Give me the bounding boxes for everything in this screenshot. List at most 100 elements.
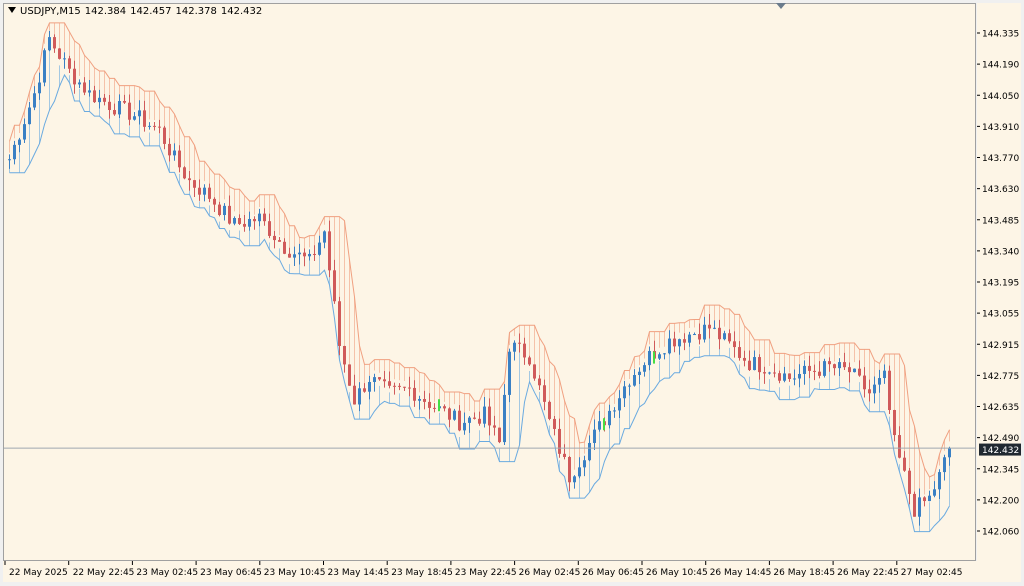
candle-body [673,338,676,347]
candle-body [288,253,291,258]
candle-body [513,342,516,352]
candle-body [803,365,806,374]
signal-mark [653,351,655,364]
candle-body [628,385,631,387]
chart-window: 144.335 144.190 144.050 143.910 143.770 143.6… [0,0,1024,584]
price-tick-label: 144.050 [982,92,1019,102]
candle-body [913,493,916,517]
candle-body [843,362,846,368]
candle-body [468,417,471,423]
time-tick-label: 26 May 02:45 [519,568,581,578]
candle-body [28,107,31,125]
candle-body [568,456,571,483]
candle-body [48,37,51,51]
candle-body [443,406,446,409]
price-tick-label: 143.055 [982,310,1019,320]
chart-plot-area[interactable] [3,3,976,561]
price-tick-label: 142.200 [982,496,1019,506]
price-tick-label: 142.775 [982,372,1019,382]
time-axis[interactable]: 22 May 2025 22 May 22:45 23 May 02:45 23 Ma… [3,561,1021,582]
candle-body [173,150,176,156]
candle-body [578,467,581,477]
chart-shift-marker-icon[interactable] [776,3,786,9]
candle-body [598,421,601,430]
candle-body [823,361,826,376]
candle-body [718,327,721,340]
dropdown-triangle-icon[interactable] [8,7,16,13]
candle-body [108,101,111,111]
candle-body [708,324,711,329]
candle-body [893,410,896,436]
candle-body [713,327,716,329]
candle-body [323,231,326,243]
candle-body [213,198,216,205]
candle-body [898,435,901,458]
candle-body [343,345,346,365]
candle-body [263,213,266,222]
candle-body [593,429,596,443]
time-tick-label: 23 May 02:45 [136,568,198,578]
candle-body [573,476,576,483]
candle-body [453,410,456,420]
close-price: 142.432 [220,6,263,17]
candle-body [918,497,921,517]
candle-body [148,125,151,127]
candle-body [273,235,276,241]
candle-body [338,301,341,346]
price-tick-label: 143.630 [982,185,1019,195]
candle-body [238,218,241,224]
candle-body [828,361,831,365]
candle-body [88,90,91,93]
price-tick-label: 142.915 [982,341,1019,351]
candle-body [923,497,926,502]
candle-body [818,371,821,376]
candle-body [778,373,781,381]
candle-body [38,82,41,94]
candle-body [658,354,661,359]
candle-body [228,205,231,224]
candle-body [758,357,761,373]
candle-body [158,126,161,128]
signal-mark [438,399,440,412]
candle-body [23,124,26,140]
price-tick-label: 142.490 [982,434,1019,444]
candle-body [143,110,146,127]
candle-body [588,442,591,461]
candle-body [43,50,46,83]
time-tick-label: 23 May 06:45 [200,568,262,578]
candle-body [683,339,686,343]
candle-body [783,373,786,381]
candle-body [868,389,871,394]
time-tick-label: 22 May 2025 [9,568,68,578]
candle-body [903,457,906,471]
candle-body [218,204,221,216]
candle-body [308,253,311,257]
candle-body [688,334,691,343]
candle-body [808,365,811,371]
candle-body [733,341,736,348]
candle-body [553,418,556,429]
high-price: 142.457 [130,6,172,17]
price-tick-label: 142.345 [982,465,1019,475]
candle-body [813,370,816,372]
time-tick-label: 23 May 10:45 [264,568,326,578]
candle-body [883,370,886,379]
candle-body [373,377,376,382]
time-axis-svg: 22 May 2025 22 May 22:45 23 May 02:45 23 Ma… [4,561,963,578]
candle-body [93,90,96,103]
candle-body [613,410,616,412]
band-indicator [9,22,950,533]
price-axis[interactable]: 144.335 144.190 144.050 143.910 143.770 143.6… [977,3,1021,561]
candle-body [728,333,731,342]
candle-body [163,127,166,144]
candle-body [418,398,421,401]
candle-body [478,418,481,424]
candle-body [63,58,66,60]
candle-body [333,270,336,302]
candle-body [283,241,286,254]
price-tick-label: 142.060 [982,528,1019,538]
price-tick-label: 143.195 [982,279,1019,289]
candle-body [648,350,651,366]
candle-body [293,254,296,258]
candle-body [538,378,541,386]
